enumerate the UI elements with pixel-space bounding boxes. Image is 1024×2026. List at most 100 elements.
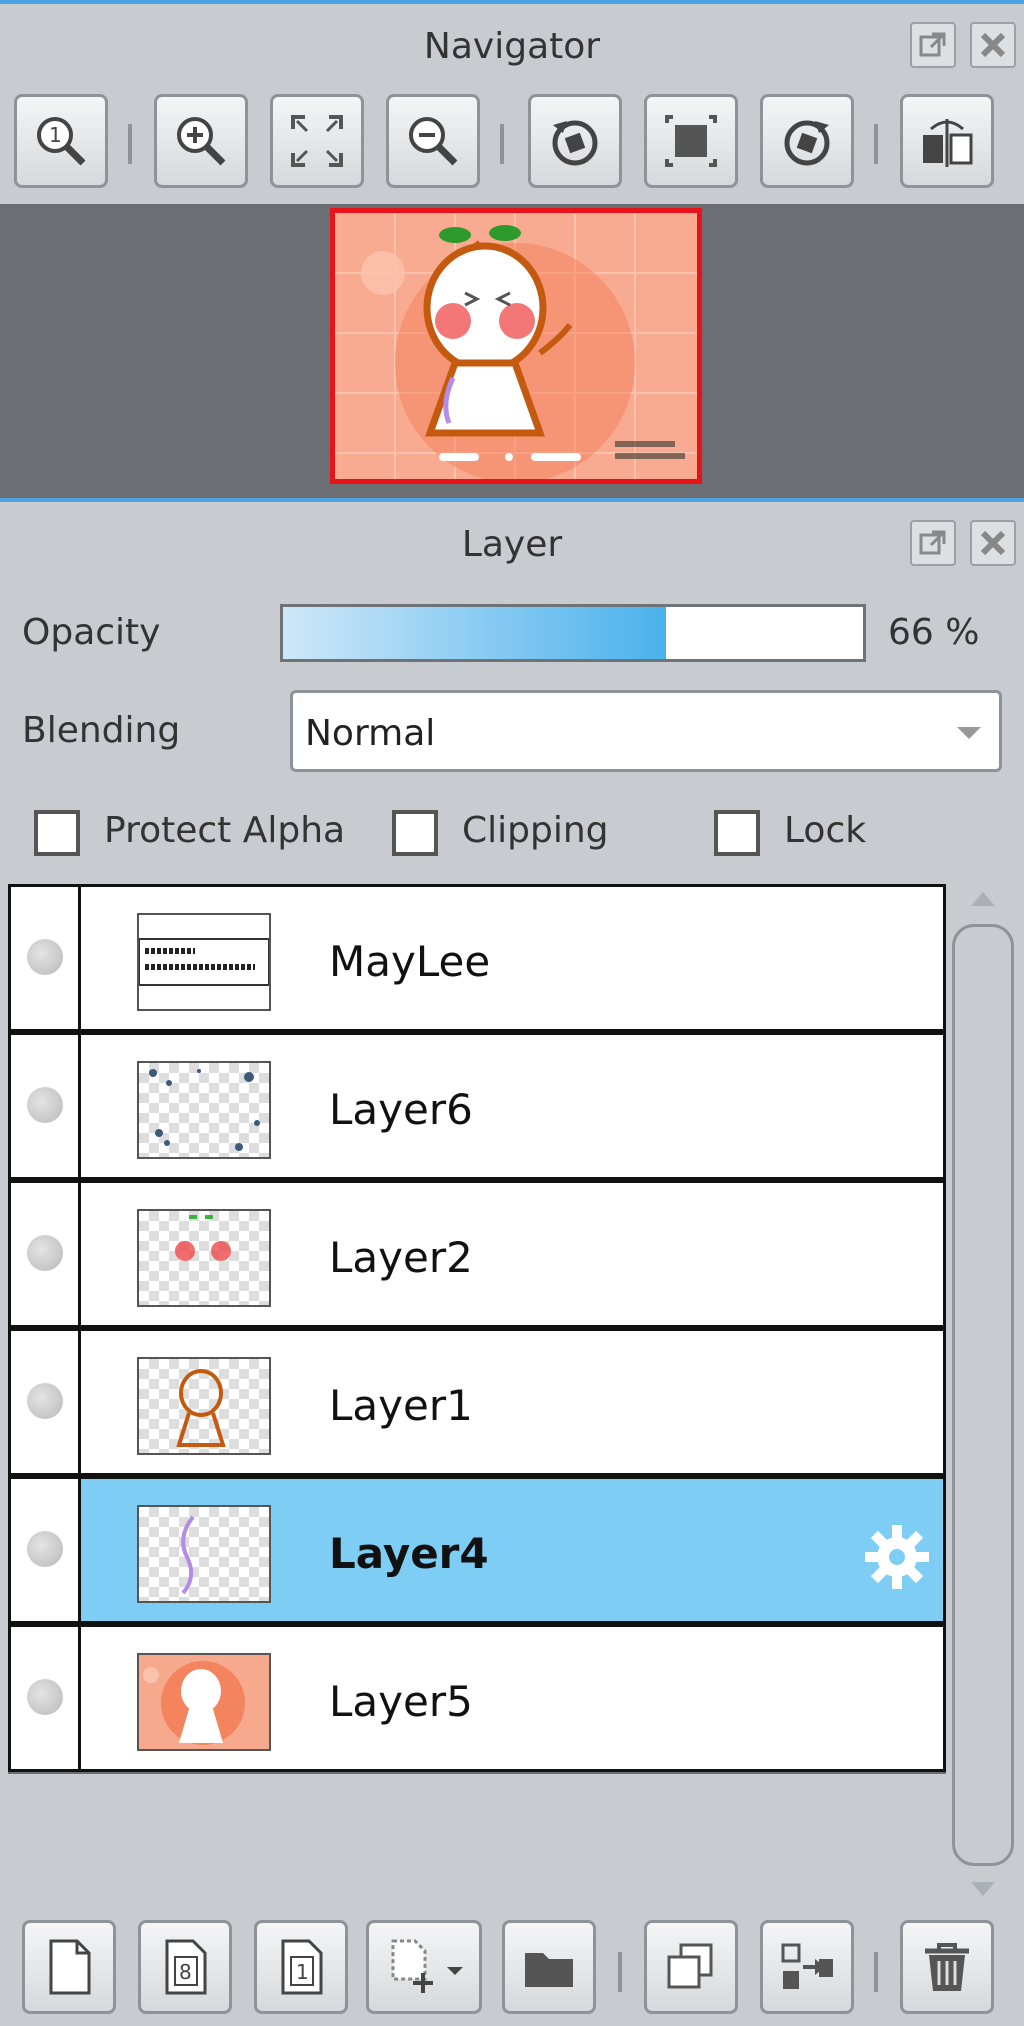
new-8bit-layer-icon: 8 [165, 1939, 207, 1995]
layer-titlebar: Layer [0, 502, 1024, 592]
clipping-label: Clipping [462, 810, 609, 851]
layer-list-scrollbar[interactable] [948, 884, 1018, 1904]
visibility-dot-icon [27, 939, 63, 975]
separator [618, 1952, 622, 1992]
blending-label: Blending [22, 710, 181, 751]
layer-name: MayLee [329, 937, 491, 986]
layer-name: Layer6 [329, 1085, 473, 1134]
separator [874, 124, 878, 164]
close-icon [980, 530, 1006, 556]
rotate-right-icon [784, 120, 830, 166]
rotate-left-icon [552, 120, 598, 166]
layer-thumbnail [137, 1653, 271, 1751]
layer-row-layer2[interactable]: Layer2 [8, 1180, 946, 1328]
zoom-actual-icon: 1 [37, 117, 86, 166]
layer-thumbnail [137, 1209, 271, 1307]
duplicate-layer-icon [667, 1943, 713, 1989]
rotate-left-button[interactable] [528, 94, 622, 188]
layer-list: MayLee Layer6 Layer2 Layer1 Layer4 Layer… [8, 884, 946, 1774]
zoom-actual-button[interactable]: 1 [14, 94, 108, 188]
add-layer-menu-icon [391, 1939, 463, 1993]
new-folder-button[interactable] [502, 1920, 596, 2014]
chevron-down-icon [957, 727, 981, 739]
close-icon [980, 32, 1006, 58]
layer-thumbnail [137, 1357, 271, 1455]
navigator-close-button[interactable] [970, 22, 1016, 68]
merge-down-button[interactable] [760, 1920, 854, 2014]
visibility-dot-icon [27, 1531, 63, 1567]
gear-icon[interactable] [861, 1521, 933, 1593]
layer-visibility-toggle[interactable] [11, 1627, 81, 1769]
flip-horizontal-icon [923, 119, 973, 167]
visibility-dot-icon [27, 1087, 63, 1123]
layer-bottom-toolbar: 8 1 [0, 1910, 1024, 2026]
layer-panel-title: Layer [461, 524, 563, 565]
opacity-label: Opacity [22, 612, 161, 653]
separator [500, 124, 504, 164]
reset-rotation-icon [665, 115, 717, 167]
layer-thumbnail [137, 1505, 271, 1603]
navigator-title: Navigator [423, 26, 601, 67]
merge-down-icon [781, 1943, 833, 1989]
new-layer-button[interactable] [22, 1920, 116, 2014]
protect-alpha-label: Protect Alpha [104, 810, 346, 851]
visibility-dot-icon [27, 1383, 63, 1419]
undock-icon [919, 530, 946, 555]
layer-visibility-toggle[interactable] [11, 1183, 81, 1325]
navigator-preview-area[interactable] [0, 204, 1024, 498]
reset-rotation-button[interactable] [644, 94, 738, 188]
delete-layer-button[interactable] [900, 1920, 994, 2014]
layer-thumbnail [137, 1061, 271, 1159]
layer-row-layer4[interactable]: Layer4 [8, 1476, 946, 1624]
layer-row-maylee[interactable]: MayLee [8, 884, 946, 1032]
navigator-titlebar: Navigator [0, 4, 1024, 94]
layer-visibility-toggle[interactable] [11, 1035, 81, 1177]
rotate-right-button[interactable] [760, 94, 854, 188]
opacity-slider-fill [283, 607, 666, 659]
scroll-down-arrow-icon[interactable] [971, 1882, 995, 1896]
visibility-dot-icon [27, 1235, 63, 1271]
opacity-value: 66 % [888, 612, 980, 653]
visibility-dot-icon [27, 1679, 63, 1715]
layer-name: Layer5 [329, 1677, 473, 1726]
separator [128, 124, 132, 164]
layer-visibility-toggle[interactable] [11, 1479, 81, 1621]
protect-alpha-checkbox[interactable] [34, 810, 80, 856]
navigator-undock-button[interactable] [910, 22, 956, 68]
zoom-out-button[interactable] [386, 94, 480, 188]
layer-visibility-toggle[interactable] [11, 1331, 81, 1473]
canvas-thumbnail[interactable] [330, 208, 702, 484]
opacity-slider[interactable] [280, 604, 866, 662]
canvas-preview-image [335, 213, 697, 479]
delete-layer-icon [925, 1943, 969, 1991]
undock-icon [919, 32, 946, 57]
layer-close-button[interactable] [970, 520, 1016, 566]
fit-window-icon [291, 115, 343, 167]
new-folder-icon [525, 1953, 573, 1987]
lock-label: Lock [784, 810, 867, 851]
clipping-checkbox[interactable] [392, 810, 438, 856]
layer-row-layer6[interactable]: Layer6 [8, 1032, 946, 1180]
layer-row-layer5[interactable]: Layer5 [8, 1624, 946, 1772]
new-layer-icon [49, 1939, 91, 1995]
scrollbar-thumb[interactable] [952, 924, 1014, 1866]
new-8bit-layer-button[interactable]: 8 [138, 1920, 232, 2014]
svg-text:1: 1 [49, 123, 62, 147]
blending-select[interactable]: Normal [290, 690, 1002, 772]
layer-name: Layer1 [329, 1381, 473, 1430]
fit-window-button[interactable] [270, 94, 364, 188]
layer-visibility-toggle[interactable] [11, 887, 81, 1029]
zoom-in-icon [177, 117, 226, 166]
blending-value: Normal [305, 713, 436, 754]
new-1bit-layer-button[interactable]: 1 [254, 1920, 348, 2014]
zoom-in-button[interactable] [154, 94, 248, 188]
layer-undock-button[interactable] [910, 520, 956, 566]
svg-text:1: 1 [296, 1960, 309, 1984]
lock-checkbox[interactable] [714, 810, 760, 856]
layer-row-layer1[interactable]: Layer1 [8, 1328, 946, 1476]
scroll-up-arrow-icon[interactable] [971, 892, 995, 906]
duplicate-layer-button[interactable] [644, 1920, 738, 2014]
flip-horizontal-button[interactable] [900, 94, 994, 188]
add-layer-menu-button[interactable] [366, 1920, 482, 2014]
navigator-toolbar: 1 [0, 90, 1024, 202]
